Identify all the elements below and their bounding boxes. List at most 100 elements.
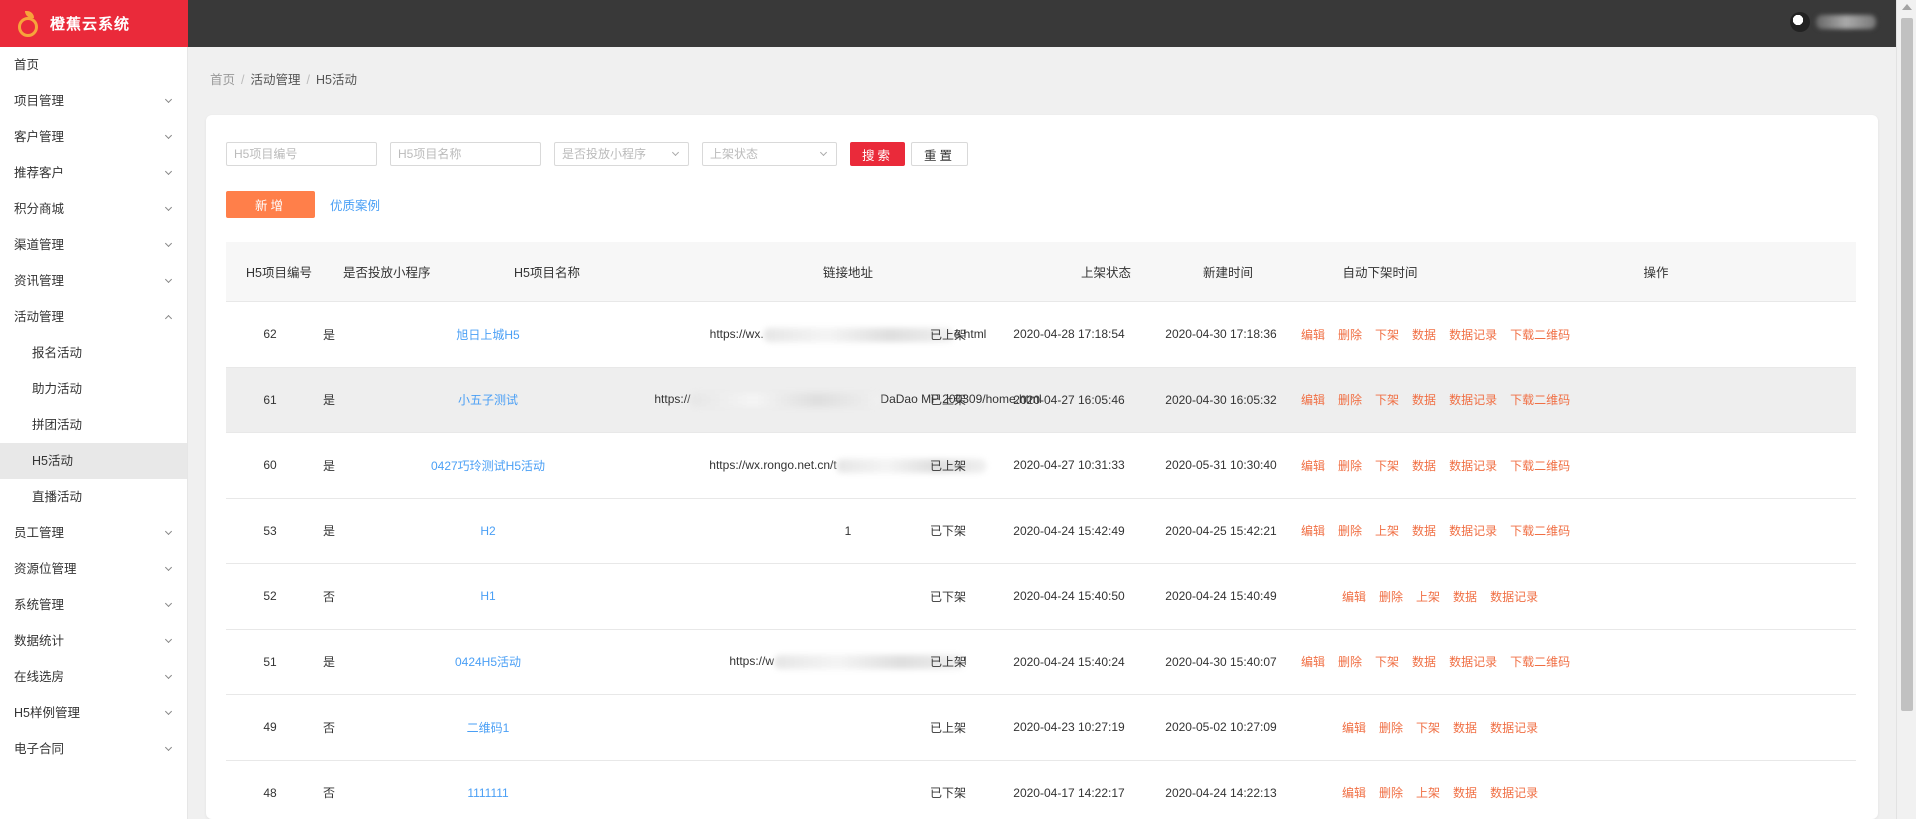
- sidebar-item-label: 直播活动: [32, 490, 83, 504]
- sidebar-item-15[interactable]: 系统管理: [0, 587, 187, 623]
- row-actions: 编辑 删除 下架 数据 数据记录 下载二维码: [1301, 653, 1583, 670]
- op-1-button[interactable]: 删除: [1379, 786, 1403, 800]
- op-5-button[interactable]: 下载二维码: [1510, 524, 1570, 538]
- user-name-blurred[interactable]: [1816, 15, 1876, 29]
- status-select[interactable]: 上架状态: [702, 142, 837, 166]
- op-3-button[interactable]: 数据: [1412, 459, 1436, 473]
- sidebar-item-17[interactable]: 在线选房: [0, 659, 187, 695]
- miniprogram-select[interactable]: 是否投放小程序: [554, 142, 689, 166]
- op-4-button[interactable]: 数据记录: [1490, 721, 1538, 735]
- op-2-button[interactable]: 上架: [1416, 590, 1440, 604]
- sidebar-item-19[interactable]: 电子合同: [0, 731, 187, 767]
- op-1-button[interactable]: 删除: [1379, 590, 1403, 604]
- sidebar-item-11[interactable]: H5活动: [0, 443, 187, 479]
- breadcrumb-section[interactable]: 活动管理: [251, 73, 301, 87]
- sidebar-item-3[interactable]: 推荐客户: [0, 155, 187, 191]
- op-2-button[interactable]: 上架: [1375, 524, 1399, 538]
- op-1-button[interactable]: 删除: [1338, 655, 1362, 669]
- op-2-button[interactable]: 下架: [1416, 721, 1440, 735]
- code-input[interactable]: [226, 142, 377, 166]
- sidebar-item-14[interactable]: 资源位管理: [0, 551, 187, 587]
- op-2-button[interactable]: 下架: [1375, 459, 1399, 473]
- op-2-button[interactable]: 上架: [1416, 786, 1440, 800]
- sidebar-item-10[interactable]: 拼团活动: [0, 407, 187, 443]
- top-bar: 橙蕉云系统: [0, 0, 1896, 47]
- th-auto-off: 自动下架时间: [1342, 266, 1418, 280]
- sidebar-item-8[interactable]: 报名活动: [0, 335, 187, 371]
- sidebar-item-13[interactable]: 员工管理: [0, 515, 187, 551]
- sidebar-item-5[interactable]: 渠道管理: [0, 227, 187, 263]
- page-scrollbar[interactable]: [1896, 0, 1916, 819]
- op-4-button[interactable]: 数据记录: [1449, 524, 1497, 538]
- search-button[interactable]: 搜索: [850, 142, 906, 166]
- op-3-button[interactable]: 数据: [1453, 786, 1477, 800]
- sidebar-item-7[interactable]: 活动管理: [0, 299, 187, 335]
- op-5-button[interactable]: 下载二维码: [1510, 655, 1570, 669]
- op-1-button[interactable]: 删除: [1338, 459, 1362, 473]
- sidebar-item-label: H5活动: [32, 454, 73, 468]
- cell-name-link[interactable]: H1: [480, 589, 495, 603]
- op-3-button[interactable]: 数据: [1412, 524, 1436, 538]
- avatar[interactable]: [1790, 12, 1810, 32]
- op-1-button[interactable]: 删除: [1379, 721, 1403, 735]
- cell-name-link[interactable]: 0427巧玲测试H5活动: [431, 457, 545, 474]
- op-0-button[interactable]: 编辑: [1301, 393, 1325, 407]
- op-5-button[interactable]: 下载二维码: [1510, 393, 1570, 407]
- cell-name-link[interactable]: H2: [480, 524, 495, 538]
- op-3-button[interactable]: 数据: [1412, 393, 1436, 407]
- op-4-button[interactable]: 数据记录: [1449, 459, 1497, 473]
- sidebar-item-1[interactable]: 项目管理: [0, 83, 187, 119]
- op-3-button[interactable]: 数据: [1453, 590, 1477, 604]
- name-input[interactable]: [390, 142, 541, 166]
- chevron-down-icon: [164, 239, 173, 248]
- op-0-button[interactable]: 编辑: [1342, 786, 1366, 800]
- op-5-button[interactable]: 下载二维码: [1510, 328, 1570, 342]
- op-4-button[interactable]: 数据记录: [1490, 786, 1538, 800]
- sidebar-item-6[interactable]: 资讯管理: [0, 263, 187, 299]
- sidebar-item-4[interactable]: 积分商城: [0, 191, 187, 227]
- scroll-up-icon[interactable]: [1902, 4, 1912, 10]
- op-0-button[interactable]: 编辑: [1342, 590, 1366, 604]
- cell-created: 2020-04-27 16:05:46: [1013, 392, 1125, 407]
- op-5-button[interactable]: 下载二维码: [1510, 459, 1570, 473]
- sidebar-item-2[interactable]: 客户管理: [0, 119, 187, 155]
- op-2-button[interactable]: 下架: [1375, 655, 1399, 669]
- op-2-button[interactable]: 下架: [1375, 393, 1399, 407]
- cell-name-link[interactable]: 0424H5活动: [455, 653, 521, 670]
- op-4-button[interactable]: 数据记录: [1449, 328, 1497, 342]
- op-0-button[interactable]: 编辑: [1301, 655, 1325, 669]
- op-1-button[interactable]: 删除: [1338, 524, 1362, 538]
- cell-code: 53: [263, 523, 277, 538]
- op-3-button[interactable]: 数据: [1412, 328, 1436, 342]
- op-4-button[interactable]: 数据记录: [1449, 655, 1497, 669]
- add-button[interactable]: 新增: [226, 191, 315, 218]
- op-1-button[interactable]: 删除: [1338, 328, 1362, 342]
- sidebar-item-0[interactable]: 首页: [0, 47, 187, 83]
- op-0-button[interactable]: 编辑: [1301, 459, 1325, 473]
- reset-button[interactable]: 重置: [911, 142, 969, 166]
- op-0-button[interactable]: 编辑: [1301, 328, 1325, 342]
- breadcrumb-home[interactable]: 首页: [210, 73, 235, 87]
- featured-cases-link[interactable]: 优质案例: [330, 195, 380, 214]
- op-4-button[interactable]: 数据记录: [1449, 393, 1497, 407]
- cell-name-link[interactable]: 小五子测试: [458, 391, 518, 408]
- cell-name-link[interactable]: 旭日上城H5: [456, 326, 519, 343]
- cell-name-link[interactable]: 1111111: [467, 786, 508, 800]
- sidebar-item-18[interactable]: H5样例管理: [0, 695, 187, 731]
- main-card: 是否投放小程序 上架状态 搜索 重置 新增 优质案例 H5项目编号 是否投放小程…: [206, 115, 1878, 819]
- user-menu[interactable]: [1790, 12, 1876, 32]
- sidebar-item-16[interactable]: 数据统计: [0, 623, 187, 659]
- scroll-thumb[interactable]: [1901, 18, 1913, 711]
- logo[interactable]: 橙蕉云系统: [0, 0, 188, 47]
- op-4-button[interactable]: 数据记录: [1490, 590, 1538, 604]
- op-0-button[interactable]: 编辑: [1342, 721, 1366, 735]
- cell-name-link[interactable]: 二维码1: [467, 719, 510, 736]
- op-2-button[interactable]: 下架: [1375, 328, 1399, 342]
- op-0-button[interactable]: 编辑: [1301, 524, 1325, 538]
- table-row: 52 否 H1 已下架 2020-04-24 15:40:50 2020-04-24 15…: [226, 564, 1856, 630]
- op-3-button[interactable]: 数据: [1453, 721, 1477, 735]
- sidebar-item-9[interactable]: 助力活动: [0, 371, 187, 407]
- sidebar-item-12[interactable]: 直播活动: [0, 479, 187, 515]
- op-1-button[interactable]: 删除: [1338, 393, 1362, 407]
- op-3-button[interactable]: 数据: [1412, 655, 1436, 669]
